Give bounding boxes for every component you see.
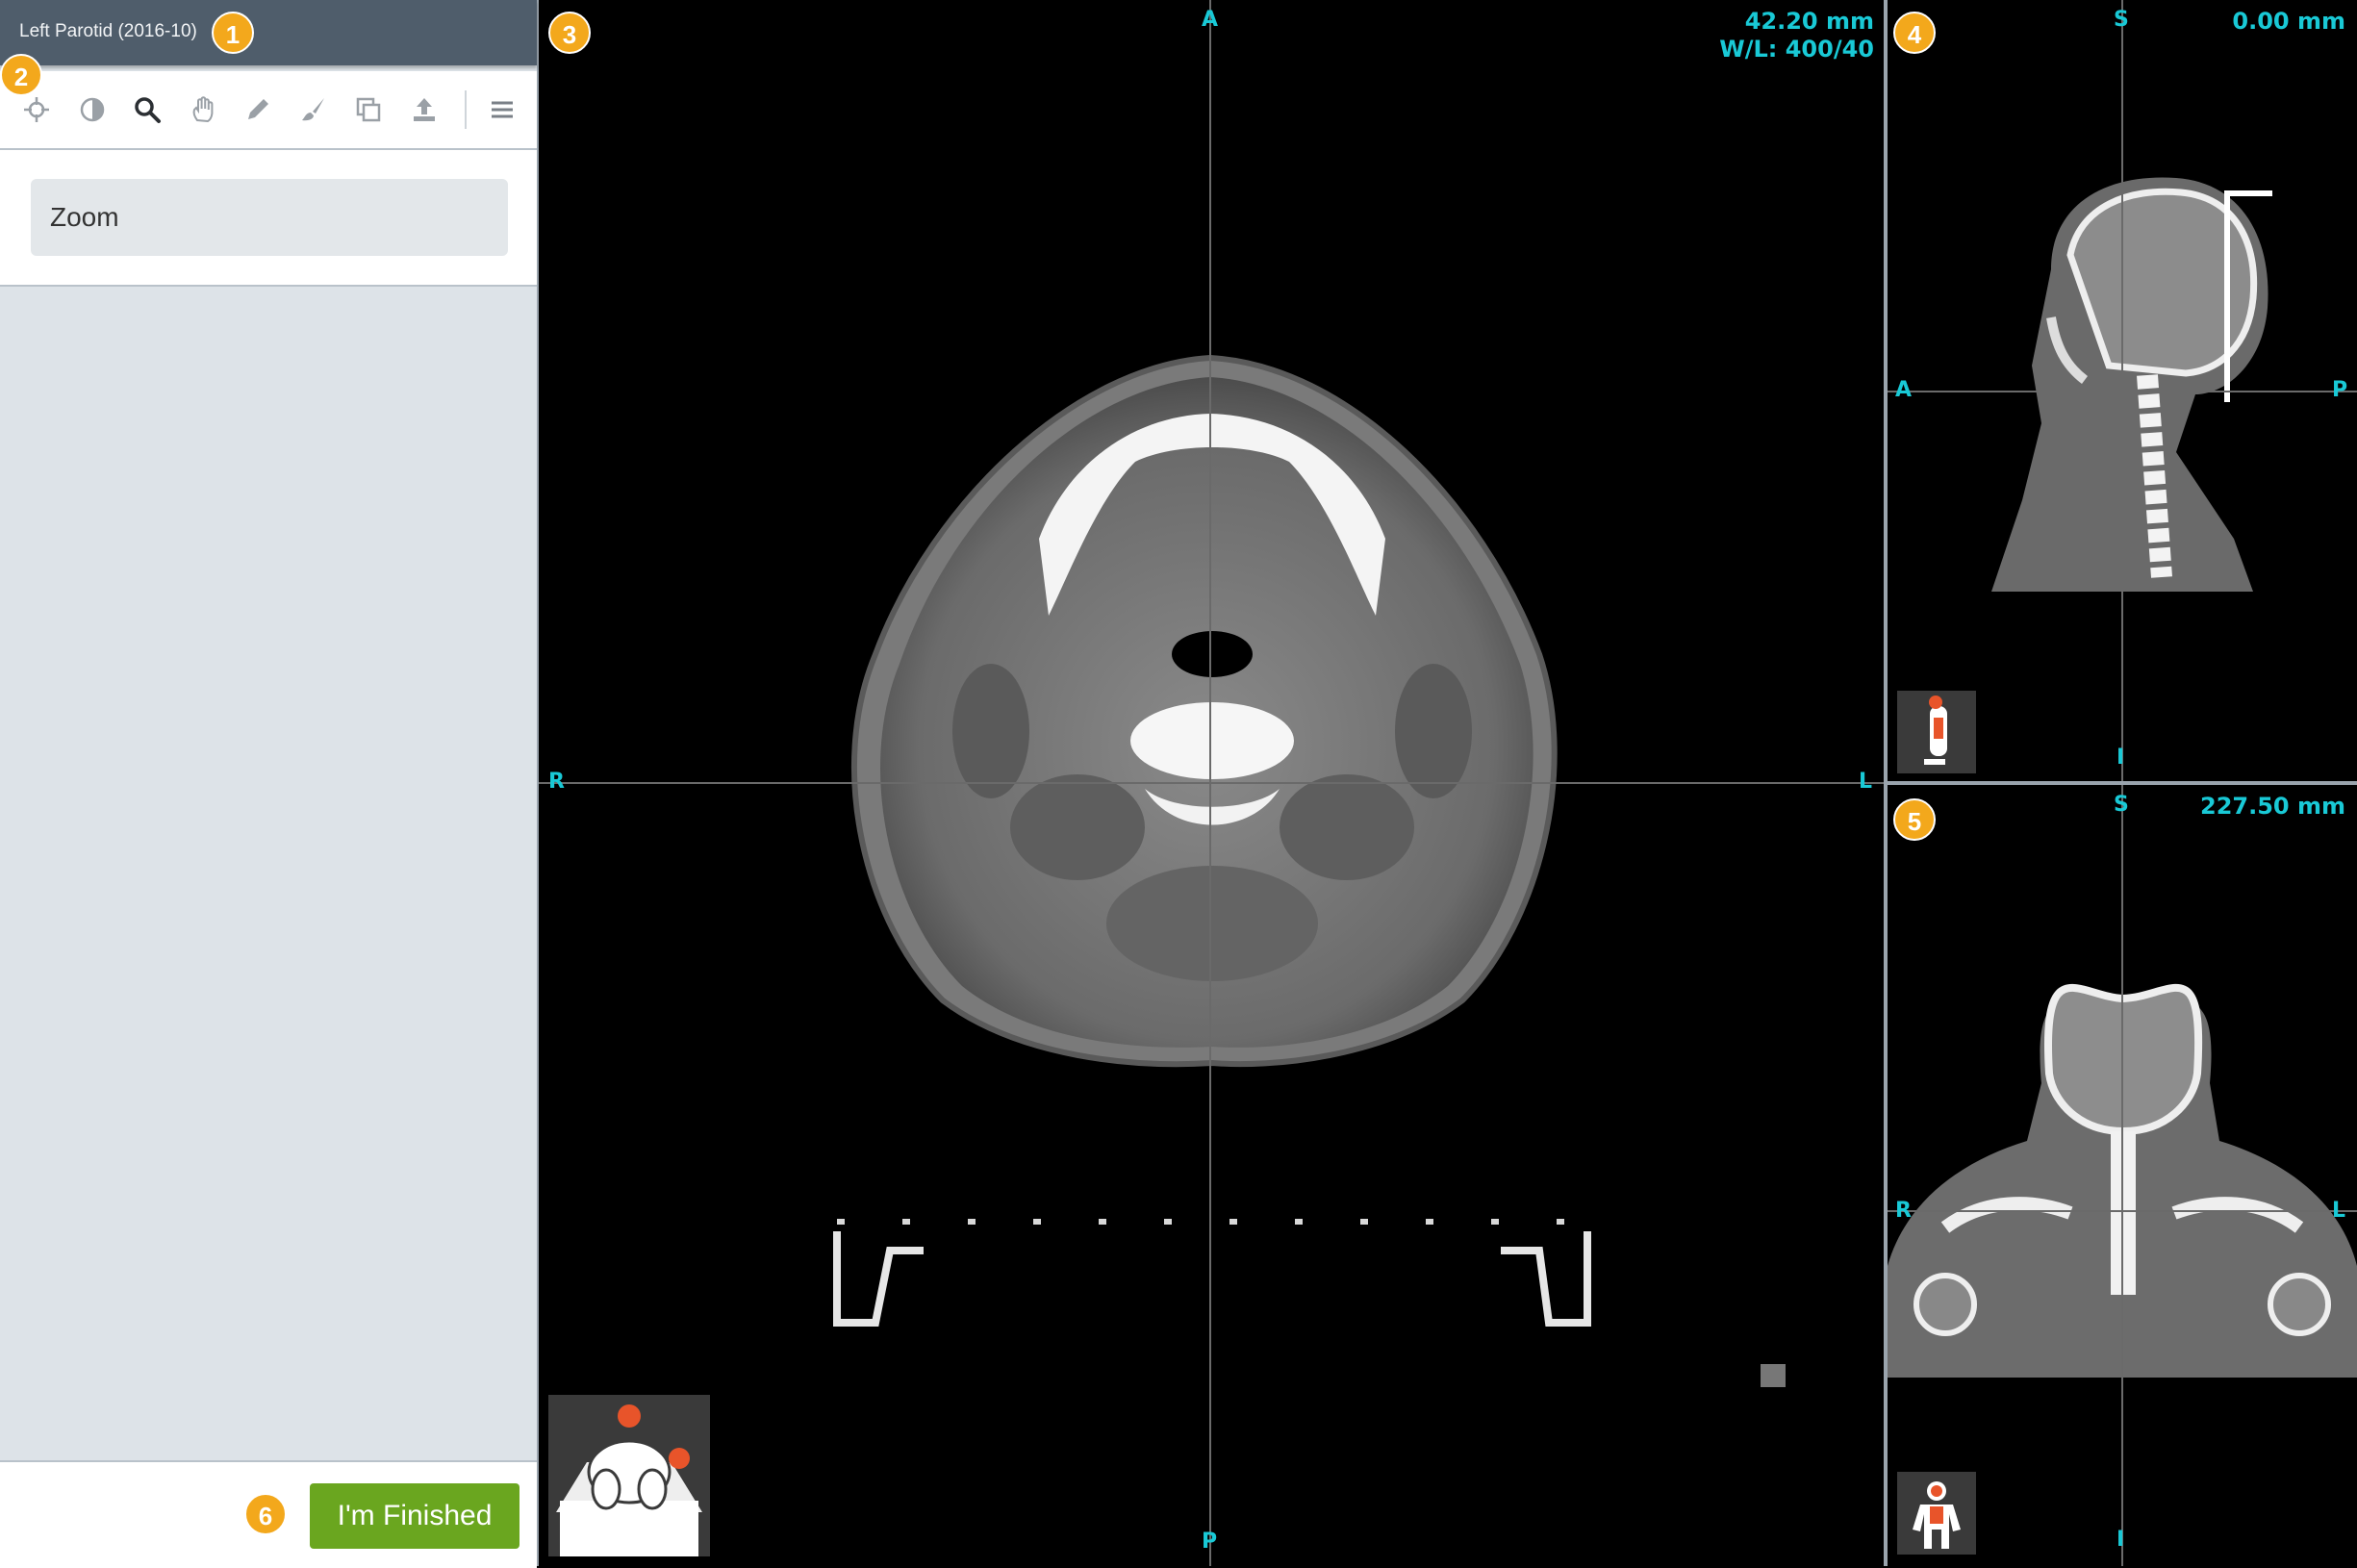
active-tool-label: Zoom (31, 179, 508, 256)
sagittal-view[interactable]: 4 S I A P 0.00 mm (1888, 0, 2357, 781)
copy-tool-button[interactable] (349, 90, 388, 129)
pencil-tool-button[interactable] (239, 90, 277, 129)
copy-icon (356, 97, 381, 122)
coronal-orient-right: L (2332, 1199, 2346, 1223)
sidebar-footer: 6 I'm Finished (0, 1460, 537, 1568)
axial-view[interactable]: 3 A P R L 42.20 mm W/L: 400/40 (539, 0, 1884, 1566)
contrast-icon (80, 97, 105, 122)
sagittal-body-icon (1924, 695, 1947, 765)
sagittal-orient-right: P (2332, 378, 2348, 402)
contrast-tool-button[interactable] (73, 90, 112, 129)
step-badge-2: 2 (0, 54, 42, 96)
step-badge-5: 5 (1893, 798, 1936, 841)
sagittal-orient-left: A (1895, 378, 1913, 402)
pan-hand-icon (192, 96, 214, 123)
tool-bar (0, 71, 537, 150)
active-tool-name: Zoom (50, 202, 119, 232)
crosshair-tool-button[interactable] (17, 90, 56, 129)
pencil-icon (248, 99, 268, 119)
coronal-orient-top: S (2114, 793, 2129, 817)
menu-button[interactable] (483, 90, 521, 129)
brush-icon (302, 98, 324, 121)
axial-head-icon (556, 1404, 702, 1556)
sidebar: Left Parotid (2016-10) 1 2 Zoom 6 I'm Fi… (0, 0, 539, 1568)
zoom-icon (135, 97, 161, 123)
axial-orient-top: A (1202, 8, 1219, 32)
brush-tool-button[interactable] (294, 90, 333, 129)
sagittal-orientation-marker[interactable] (1897, 691, 1976, 773)
menu-icon (492, 101, 513, 118)
sagittal-orient-bottom: I (2116, 746, 2125, 770)
finish-button[interactable]: I'm Finished (310, 1483, 520, 1549)
zoom-tool-button[interactable] (128, 90, 166, 129)
coronal-orient-bottom: I (2116, 1528, 2125, 1552)
coronal-slice-position: 227.50 mm (2200, 793, 2345, 820)
sagittal-orient-top: S (2114, 8, 2129, 32)
upload-icon (414, 98, 435, 121)
coronal-view[interactable]: 5 S I R L 227.50 mm (1888, 785, 2357, 1566)
coronal-crosshair-vertical (2121, 785, 2123, 1566)
pan-tool-button[interactable] (184, 90, 222, 129)
step-badge-3: 3 (548, 12, 591, 54)
structure-header: Left Parotid (2016-10) 1 (0, 0, 537, 65)
axial-orient-left: R (548, 770, 565, 794)
tool-options-panel: Zoom (0, 150, 537, 287)
sagittal-slice-position: 0.00 mm (2232, 8, 2345, 35)
crosshair-icon (24, 97, 49, 122)
step-badge-1: 1 (212, 12, 254, 54)
coronal-body-icon (1913, 1481, 1961, 1549)
sagittal-crosshair-vertical (2121, 0, 2123, 781)
axial-readout: 42.20 mm W/L: 400/40 (1719, 8, 1874, 63)
step-badge-4: 4 (1893, 12, 1936, 54)
coronal-orientation-marker[interactable] (1897, 1472, 1976, 1555)
axial-slice-position: 42.20 mm (1744, 8, 1874, 35)
step-badge-6: 6 (244, 1493, 287, 1535)
axial-window-level: W/L: 400/40 (1719, 36, 1874, 63)
export-tool-button[interactable] (405, 90, 444, 129)
coronal-orient-left: R (1895, 1199, 1912, 1223)
axial-orient-right: L (1859, 770, 1873, 794)
axial-crosshair-vertical (1209, 0, 1211, 1566)
toolbar-separator (465, 90, 467, 129)
structure-title: Left Parotid (2016-10) (19, 21, 197, 41)
axial-crosshair-horizontal (539, 782, 1884, 784)
axial-orientation-marker[interactable] (548, 1395, 710, 1556)
axial-orient-bottom: P (1202, 1530, 1218, 1554)
